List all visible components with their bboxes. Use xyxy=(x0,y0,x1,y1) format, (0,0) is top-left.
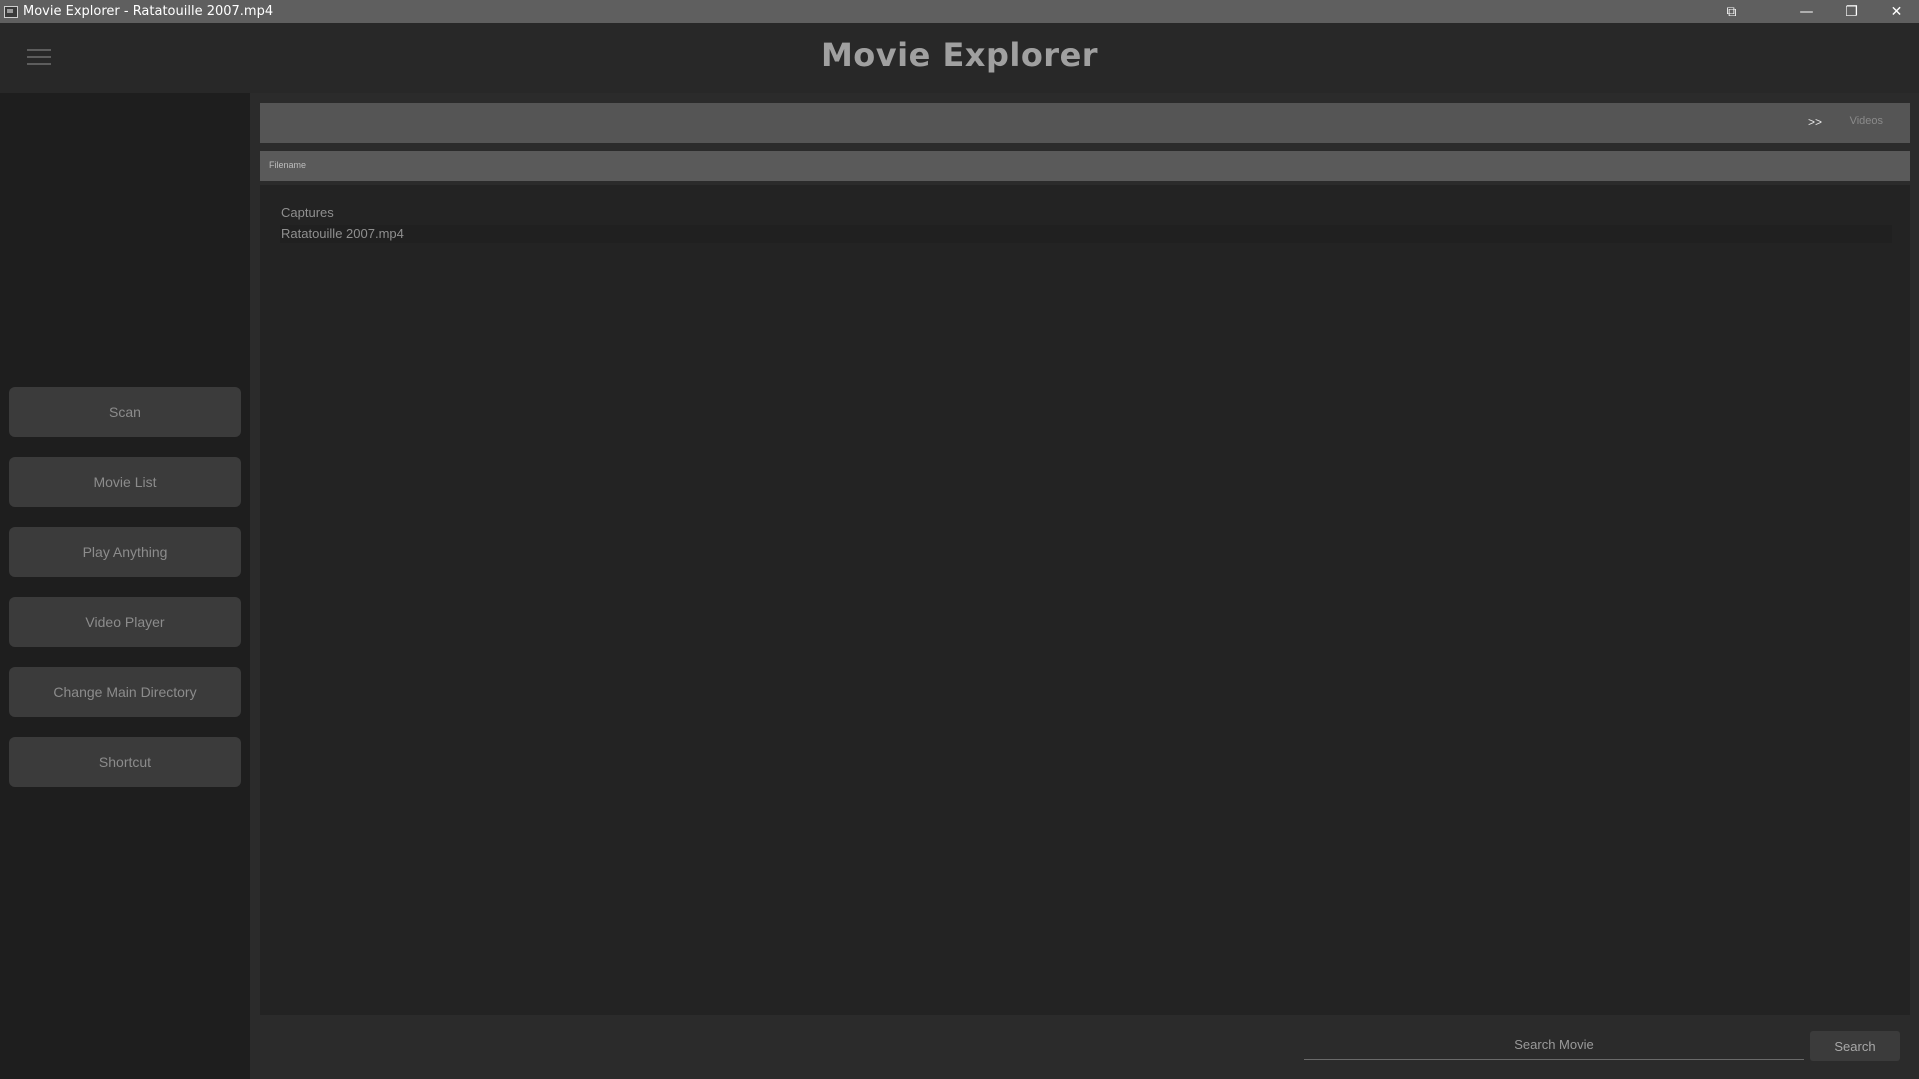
change-main-directory-button[interactable]: Change Main Directory xyxy=(9,667,241,717)
search-movie-input[interactable] xyxy=(1304,1030,1804,1060)
play-anything-button[interactable]: Play Anything xyxy=(9,527,241,577)
breadcrumb-item-videos[interactable]: Videos xyxy=(1850,115,1883,127)
shortcut-button[interactable]: Shortcut xyxy=(9,737,241,787)
filename-label: Filename xyxy=(269,160,307,170)
path-bar: >> Videos xyxy=(260,103,1910,143)
breadcrumb-separator: >> xyxy=(1807,115,1822,129)
close-icon[interactable]: ✕ xyxy=(1874,0,1919,23)
app-header: Movie Explorer xyxy=(0,23,1919,93)
file-list: Captures Ratatouille 2007.mp4 xyxy=(260,185,1910,1015)
list-item-ratatouille[interactable]: Ratatouille 2007.mp4 xyxy=(280,225,1892,243)
sidebar: Scan Movie List Play Anything Video Play… xyxy=(0,93,250,1079)
movie-list-button[interactable]: Movie List xyxy=(9,457,241,507)
scan-button[interactable]: Scan xyxy=(9,387,241,437)
window-title: Movie Explorer - Ratatouille 2007.mp4 xyxy=(23,4,274,19)
app-title: Movie Explorer xyxy=(820,36,1099,74)
minimize-icon[interactable]: — xyxy=(1784,0,1829,23)
video-player-button[interactable]: Video Player xyxy=(9,597,241,647)
restore-icon[interactable]: ❐ xyxy=(1829,0,1874,23)
search-button[interactable]: Search xyxy=(1810,1031,1900,1061)
picture-in-picture-icon[interactable]: ⧉ xyxy=(1709,0,1754,23)
window-title-bar: Movie Explorer - Ratatouille 2007.mp4 ⧉ … xyxy=(0,0,1919,23)
filename-column-header[interactable]: Filename xyxy=(260,151,1910,181)
app-icon xyxy=(4,5,18,18)
list-item-captures[interactable]: Captures xyxy=(280,204,1892,222)
window-controls: ⧉ — ❐ ✕ xyxy=(1709,0,1919,23)
main-panel: >> Videos Filename Captures Ratatouille … xyxy=(250,93,1919,1079)
